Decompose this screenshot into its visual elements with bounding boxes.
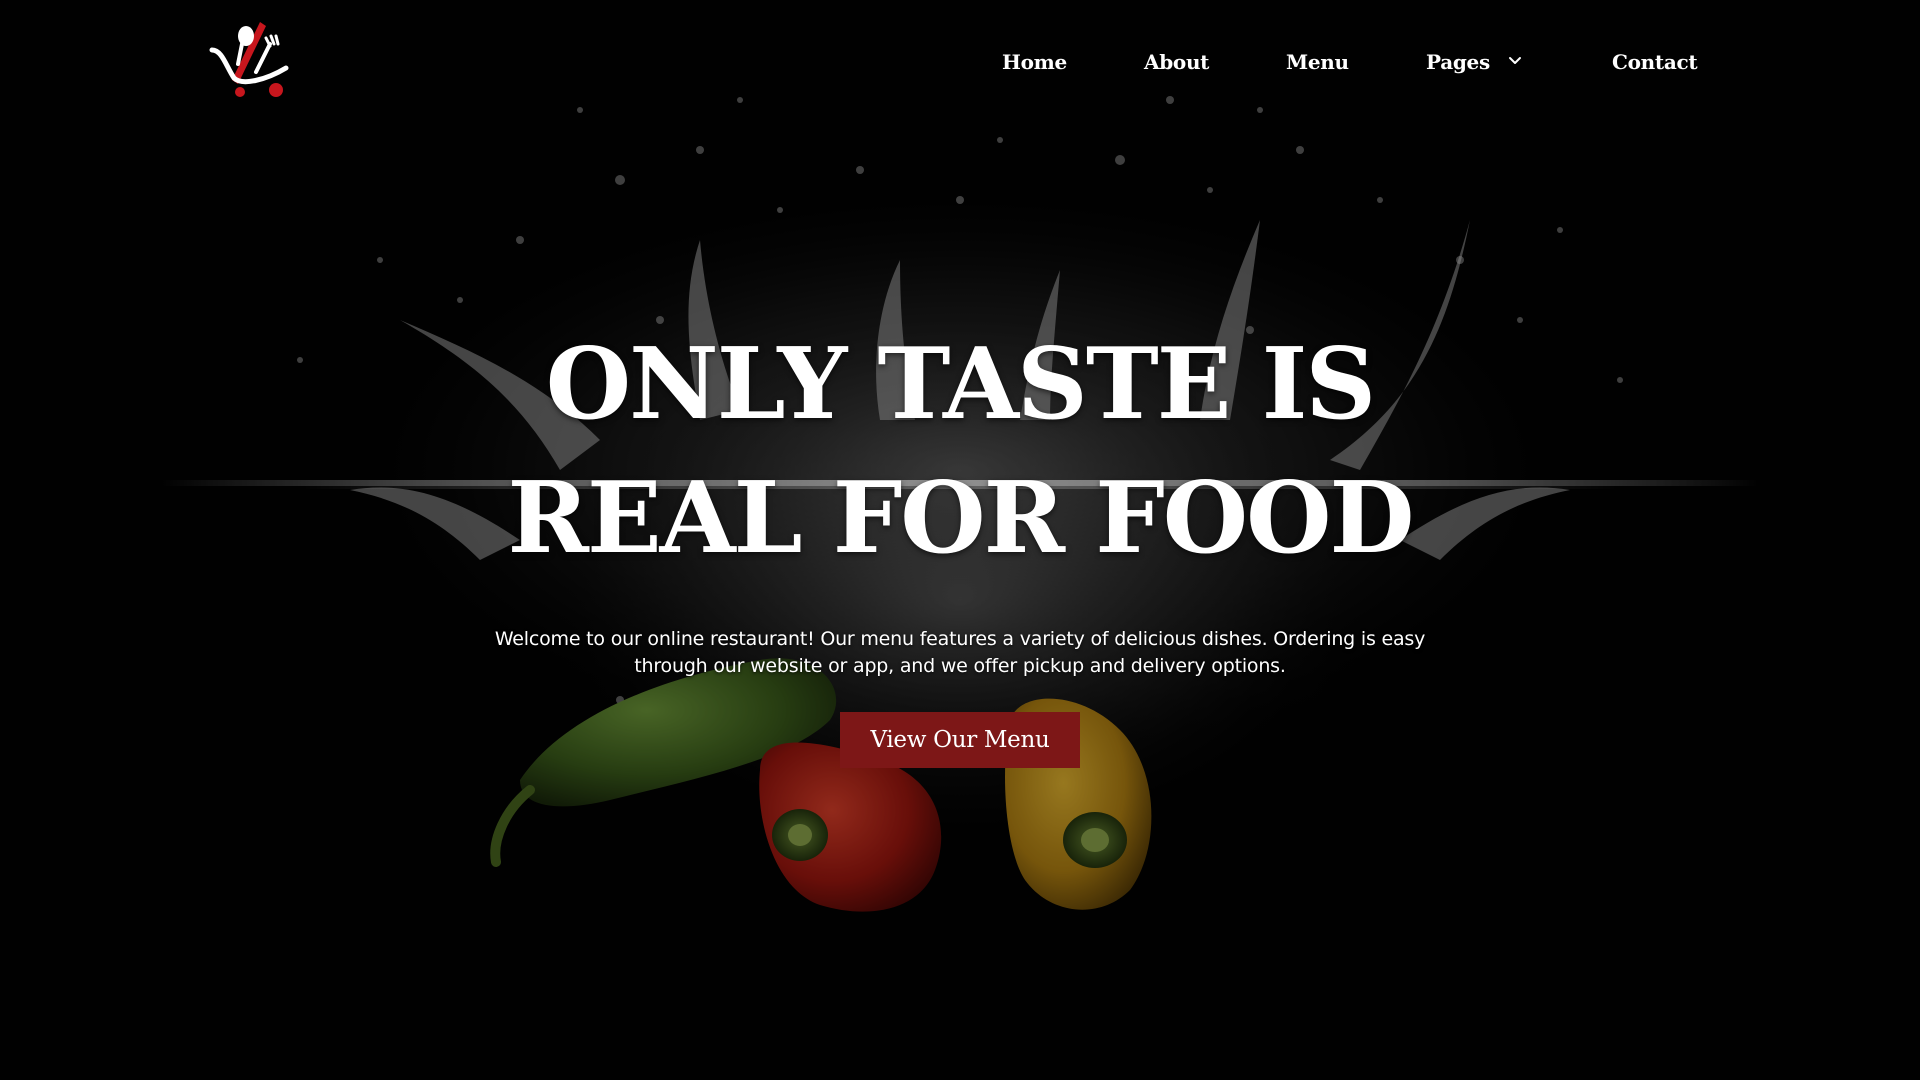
hero-description-line-2: through our website or app, and we offer… [634, 655, 1286, 677]
nav-pages-link[interactable]: Pages [1426, 44, 1490, 80]
hero-description-line-1: Welcome to our online restaurant! Our me… [494, 628, 1426, 650]
nav-home-link[interactable]: Home [1002, 44, 1067, 80]
nav-about-link[interactable]: About [1144, 44, 1209, 80]
view-menu-button[interactable]: View Our Menu [840, 712, 1080, 768]
hero-title: ONLY TASTE IS REAL FOR FOOD [0, 318, 1920, 586]
page: Home About Menu Pages Contact ONLY TASTE… [0, 0, 1920, 1080]
hero-title-line-2: REAL FOR FOOD [507, 461, 1415, 576]
hero-description: Welcome to our online restaurant! Our me… [480, 626, 1440, 680]
hero-title-line-1: ONLY TASTE IS [545, 327, 1376, 442]
nav-contact-link[interactable]: Contact [1612, 44, 1698, 80]
nav-menu-link[interactable]: Menu [1286, 44, 1349, 80]
chevron-down-icon[interactable] [1508, 56, 1522, 66]
main-navigation: Home About Menu Pages Contact [0, 44, 1920, 80]
